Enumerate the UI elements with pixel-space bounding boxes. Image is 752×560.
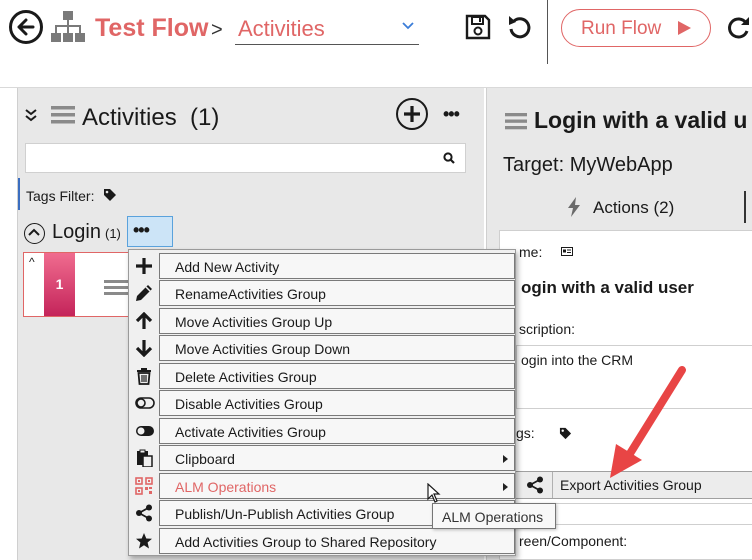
arrow-down-icon bbox=[135, 340, 153, 357]
panel-edge-marker bbox=[18, 178, 20, 210]
toggle-off-icon bbox=[135, 397, 155, 409]
bolt-icon bbox=[568, 197, 580, 217]
menu-item-disable-group[interactable]: Disable Activities Group bbox=[131, 390, 515, 416]
undo-icon[interactable] bbox=[506, 13, 534, 41]
menu-item-label: Clipboard bbox=[175, 451, 235, 467]
menu-item-add-to-shared-repository[interactable]: Add Activities Group to Shared Repositor… bbox=[131, 528, 515, 554]
target-application-label: Target: MyWebApp bbox=[503, 154, 673, 176]
play-icon bbox=[678, 21, 691, 35]
pencil-icon bbox=[136, 285, 152, 301]
menu-item-label: RenameActivities Group bbox=[175, 286, 326, 302]
menu-item-move-group-down[interactable]: Move Activities Group Down bbox=[131, 335, 515, 361]
toolbar-divider bbox=[547, 0, 548, 64]
menu-item-move-group-up[interactable]: Move Activities Group Up bbox=[131, 308, 515, 334]
group-menu-dots: ••• bbox=[133, 220, 150, 240]
screen-component-label: reen/Component: bbox=[519, 533, 628, 549]
tag-icon[interactable] bbox=[103, 188, 117, 202]
top-toolbar: Test Flow > Activities Run Flow bbox=[0, 0, 752, 88]
menu-item-add-new-activity[interactable]: Add New Activity bbox=[131, 253, 515, 279]
activities-group-name[interactable]: Login bbox=[52, 221, 101, 244]
tooltip: ALM Operations bbox=[432, 503, 556, 529]
activity-detail-panel: Login with a valid u Target: MyWebApp Ac… bbox=[486, 88, 752, 560]
list-icon bbox=[51, 106, 75, 124]
menu-item-label: Delete Activities Group bbox=[175, 369, 317, 385]
menu-item-activate-group[interactable]: Activate Activities Group bbox=[131, 418, 515, 444]
view-select-value: Activities bbox=[238, 16, 325, 41]
menu-item-clipboard[interactable]: Clipboard bbox=[131, 445, 515, 471]
flow-title[interactable]: Test Flow bbox=[95, 14, 208, 43]
caret-up-icon[interactable]: ^ bbox=[29, 255, 35, 269]
run-flow-button[interactable]: Run Flow bbox=[561, 9, 711, 47]
menu-item-label: Activate Activities Group bbox=[175, 424, 326, 440]
list-icon bbox=[104, 280, 128, 295]
more-options-button[interactable]: ••• bbox=[443, 104, 460, 125]
menu-item-delete-group[interactable]: Delete Activities Group bbox=[131, 363, 515, 389]
menu-item-label: Add New Activity bbox=[175, 259, 280, 275]
back-button[interactable] bbox=[9, 10, 43, 44]
menu-item-label: Add Activities Group to Shared Repositor… bbox=[175, 534, 437, 550]
tag-icon[interactable] bbox=[559, 427, 572, 440]
chevron-up-icon bbox=[28, 228, 40, 236]
annotation-arrow-icon bbox=[610, 366, 686, 478]
menu-item-label: Disable Activities Group bbox=[175, 396, 323, 412]
tab-divider bbox=[744, 191, 746, 223]
run-flow-label: Run Flow bbox=[581, 18, 662, 39]
description-label: scription: bbox=[519, 321, 576, 337]
mouse-cursor-icon bbox=[427, 483, 441, 503]
submenu-arrow-icon bbox=[503, 455, 508, 463]
list-icon bbox=[505, 113, 527, 130]
activities-group-count: (1) bbox=[105, 226, 121, 241]
save-icon[interactable] bbox=[465, 14, 491, 40]
activity-number-badge: 1 bbox=[44, 253, 75, 316]
submenu-arrow-icon bbox=[503, 483, 508, 491]
refresh-icon[interactable] bbox=[725, 15, 751, 41]
plus-icon bbox=[404, 106, 420, 122]
trash-icon bbox=[137, 368, 151, 385]
breadcrumb-separator: > bbox=[211, 19, 223, 41]
id-card-icon bbox=[561, 247, 573, 256]
sitemap-icon bbox=[51, 11, 85, 42]
search-input[interactable] bbox=[25, 143, 466, 173]
double-chevron-down-icon[interactable] bbox=[24, 108, 38, 122]
tab-actions[interactable]: Actions (2) bbox=[593, 198, 674, 218]
tags-label: gs: bbox=[516, 425, 535, 441]
chevron-down-icon bbox=[402, 22, 414, 30]
menu-item-label: ALM Operations bbox=[175, 479, 277, 495]
share-icon bbox=[527, 476, 543, 494]
share-icon bbox=[136, 504, 152, 522]
activity-card[interactable]: ^ 1 bbox=[23, 252, 131, 317]
plus-icon bbox=[136, 258, 152, 274]
clipboard-icon bbox=[137, 449, 153, 467]
group-collapse-toggle[interactable] bbox=[24, 223, 45, 244]
qr-code-icon bbox=[135, 477, 153, 495]
activities-panel-title: Activities (1) bbox=[82, 104, 220, 131]
star-icon bbox=[136, 533, 152, 549]
menu-item-label: Move Activities Group Up bbox=[175, 314, 333, 330]
group-menu-button[interactable]: ••• bbox=[127, 216, 173, 247]
name-label: me: bbox=[519, 244, 543, 260]
menu-item-label: Publish/Un-Publish Activities Group bbox=[175, 506, 395, 522]
search-icon[interactable] bbox=[443, 152, 455, 164]
arrow-left-icon bbox=[17, 18, 35, 36]
toggle-on-icon bbox=[136, 426, 154, 436]
add-activity-button[interactable] bbox=[396, 98, 428, 130]
tooltip-text: ALM Operations bbox=[442, 509, 544, 525]
menu-item-rename-group[interactable]: RenameActivities Group bbox=[131, 280, 515, 306]
view-select-dropdown[interactable]: Activities bbox=[235, 13, 419, 45]
tags-filter-label: Tags Filter: bbox=[26, 188, 95, 204]
menu-item-label: Move Activities Group Down bbox=[175, 341, 351, 357]
menu-item-alm-operations[interactable]: ALM Operations bbox=[131, 473, 515, 499]
share-icon-cell bbox=[516, 472, 553, 498]
activity-name-field[interactable]: ogin with a valid user bbox=[516, 272, 752, 304]
activity-title: Login with a valid u bbox=[534, 107, 748, 133]
arrow-up-icon bbox=[135, 312, 153, 329]
